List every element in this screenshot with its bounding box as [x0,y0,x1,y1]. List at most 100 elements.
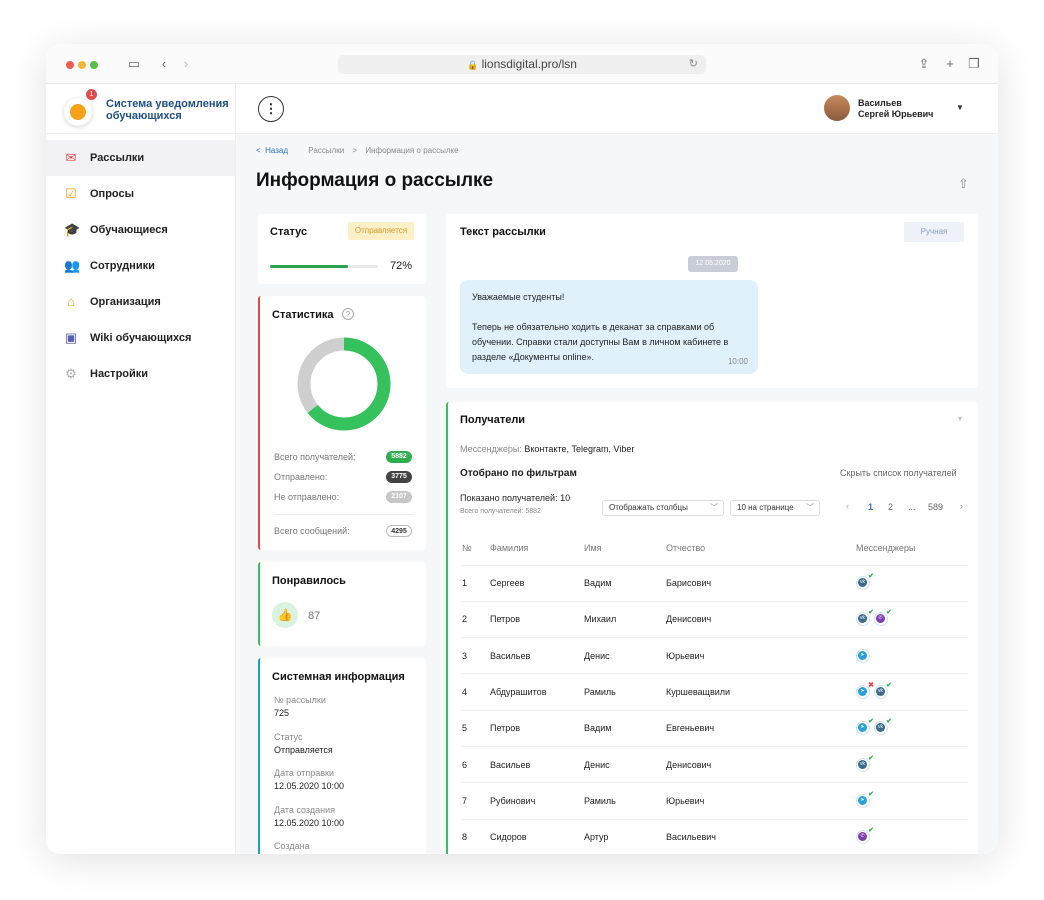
address-bar[interactable]: 🔒 lionsdigital.pro/lsn ↻ [338,55,706,74]
columns-select-value: Отображать столбцы [609,503,688,512]
telegram-logo-icon: ➤ [858,687,867,697]
prev-page-icon[interactable]: ‹ [846,501,849,511]
sidebar-item-2[interactable]: ☑ Опросы [46,176,235,212]
sidebar-toggle-icon[interactable]: ▭ [126,56,142,72]
mode-manual-button[interactable]: Ручная [904,222,964,242]
app-logo-icon[interactable] [64,98,92,126]
chevron-down-icon: ﹀ [806,503,814,512]
sidebar-item-label: Сотрудники [90,260,155,272]
system-field-value: 725 [274,708,290,718]
table-row[interactable]: 3 Васильев Денис Юрьевич ➤ [462,637,968,675]
table-cell-messengers: ➤ [856,637,968,675]
export-icon[interactable]: ⇧ [958,176,969,192]
per-page-select[interactable]: 10 на странице ﹀ [730,500,820,516]
table-cell-n: 7 [462,782,490,820]
close-window-button[interactable] [66,61,74,69]
maximize-window-button[interactable] [90,61,98,69]
column-header[interactable]: Мессенджеры [856,532,968,566]
sidebar-item-6[interactable]: ▣ Wiki обучающихся [46,320,235,356]
table-row[interactable]: 8 Сидоров Артур Васильевич ✆ ✔ [462,819,968,854]
telegram-logo-icon: ➤ [858,795,867,805]
hide-recipients-link[interactable]: Скрыть список получателей [840,468,957,478]
thumbs-up-icon[interactable]: 👍 [272,602,298,628]
page-link[interactable]: 2 [888,502,893,512]
help-icon[interactable]: ? [342,308,354,320]
column-header[interactable]: Отчество [666,532,856,566]
vk-icon[interactable]: vk ✔ [856,755,874,772]
vk-logo-icon: vk [876,687,885,697]
share-icon[interactable]: ⇪ [916,56,932,72]
table-cell-last: Рубинович [490,782,584,820]
column-header[interactable]: Имя [584,532,666,566]
likes-count: 87 [308,610,321,622]
sidebar-item-3[interactable]: 🎓 Обучающиеся [46,212,235,248]
table-cell-middle: Денисович [666,746,856,784]
table-cell-first: Вадим [584,565,666,602]
forward-arrow-icon[interactable]: › [178,56,194,72]
breadcrumb-mailings[interactable]: Рассылки [308,146,344,155]
viber-icon[interactable]: ✆ ✔ [874,609,892,627]
vk-icon[interactable]: vk ✔ [874,718,892,736]
table-row[interactable]: 6 Васильев Денис Денисович vk ✔ [462,746,968,784]
sidebar-item-5[interactable]: ⌂ Организация [46,284,235,320]
sidebar-item-label: Обучающиеся [90,224,168,236]
viber-icon[interactable]: ✆ ✔ [856,827,874,845]
checkbox-icon: ☑ [65,186,77,201]
page-link[interactable]: 1 [868,502,873,512]
minimize-window-button[interactable] [78,61,86,69]
telegram-icon[interactable]: ➤ ✔ [856,718,874,736]
sidebar-item-7[interactable]: ⚙ Настройки [46,356,235,392]
page-link[interactable]: 589 [928,502,943,512]
table-row[interactable]: 7 Рубинович Рамиль Юрьевич ➤ ✔ [462,782,968,820]
check-icon: ✔ [868,790,874,798]
table-row[interactable]: 2 Петров Михаил Денисович vk ✔ ✆ ✔ [462,601,968,639]
sidebar-item-4[interactable]: 👥 Сотрудники [46,248,235,284]
sidebar-item-1[interactable]: ✉ Рассылки [46,140,235,176]
vk-icon[interactable]: vk ✔ [856,573,874,591]
url-text: lionsdigital.pro/lsn [481,57,577,71]
user-name[interactable]: Васильев Сергей Юрьевич [858,98,933,120]
total-messages-label: Всего сообщений: [274,526,350,536]
chevron-down-icon[interactable]: ▼ [956,103,964,112]
reload-icon[interactable]: ↻ [689,55,698,74]
avatar[interactable] [824,95,850,121]
status-badge: Отправляется [348,222,414,240]
table-cell-last: Сергеев [490,565,584,602]
graduation-cap-icon: 🎓 [64,222,81,237]
back-link[interactable]: < Назад [256,146,288,155]
more-menu-button[interactable]: ⋮ [258,96,284,122]
telegram-icon[interactable]: ➤ ✔ [856,791,874,808]
table-cell-middle: Юрьевич [666,782,856,820]
table-cell-n: 6 [462,746,490,784]
telegram-icon[interactable]: ➤ ✖ [856,682,874,700]
table-cell-middle: Куршеващвили [666,673,856,711]
back-arrow-icon[interactable]: ‹ [156,56,172,72]
progress-fill [270,265,348,268]
system-field-label: Дата создания [274,804,335,815]
vk-logo-icon: vk [858,614,867,624]
table-row[interactable]: 4 Абдурашитов Рамиль Куршеващвили ➤ ✖ vk ✔ [462,673,968,711]
tabs-overview-icon[interactable]: ❐ [966,56,982,72]
collapse-chevron-icon[interactable]: ▾ [958,414,962,423]
new-tab-icon[interactable]: + [942,56,958,72]
vk-icon[interactable]: vk ✔ [856,609,874,627]
sent-value: 3775 [386,471,412,483]
table-row[interactable]: 5 Петров Вадим Евгеньевич ➤ ✔ vk ✔ [462,710,968,747]
system-field-value: 12.05.2020 10:00 [274,781,345,791]
breadcrumb-current: Информация о рассылке [365,146,459,155]
column-header[interactable]: № [462,532,490,566]
check-icon: ✔ [886,682,892,690]
chevron-down-icon: ﹀ [710,503,718,512]
shown-count: Показано получателей: 10 [460,493,571,503]
table-cell-messengers: vk ✔ [856,746,968,784]
next-page-icon[interactable]: › [960,501,963,511]
columns-select[interactable]: Отображать столбцы ﹀ [602,500,724,516]
vk-icon[interactable]: vk ✔ [874,682,892,700]
table-cell-first: Денис [584,746,666,784]
table-body: 1 Сергеев Вадим Барисович vk ✔ 2 Петров Михаил Де… [462,565,968,854]
lock-icon: 🔒 [467,60,479,70]
telegram-icon[interactable]: ➤ [856,648,870,663]
status-title: Статус [270,226,308,238]
column-header[interactable]: Фамилия [490,532,584,566]
table-row[interactable]: 1 Сергеев Вадим Барисович vk ✔ [462,565,968,602]
